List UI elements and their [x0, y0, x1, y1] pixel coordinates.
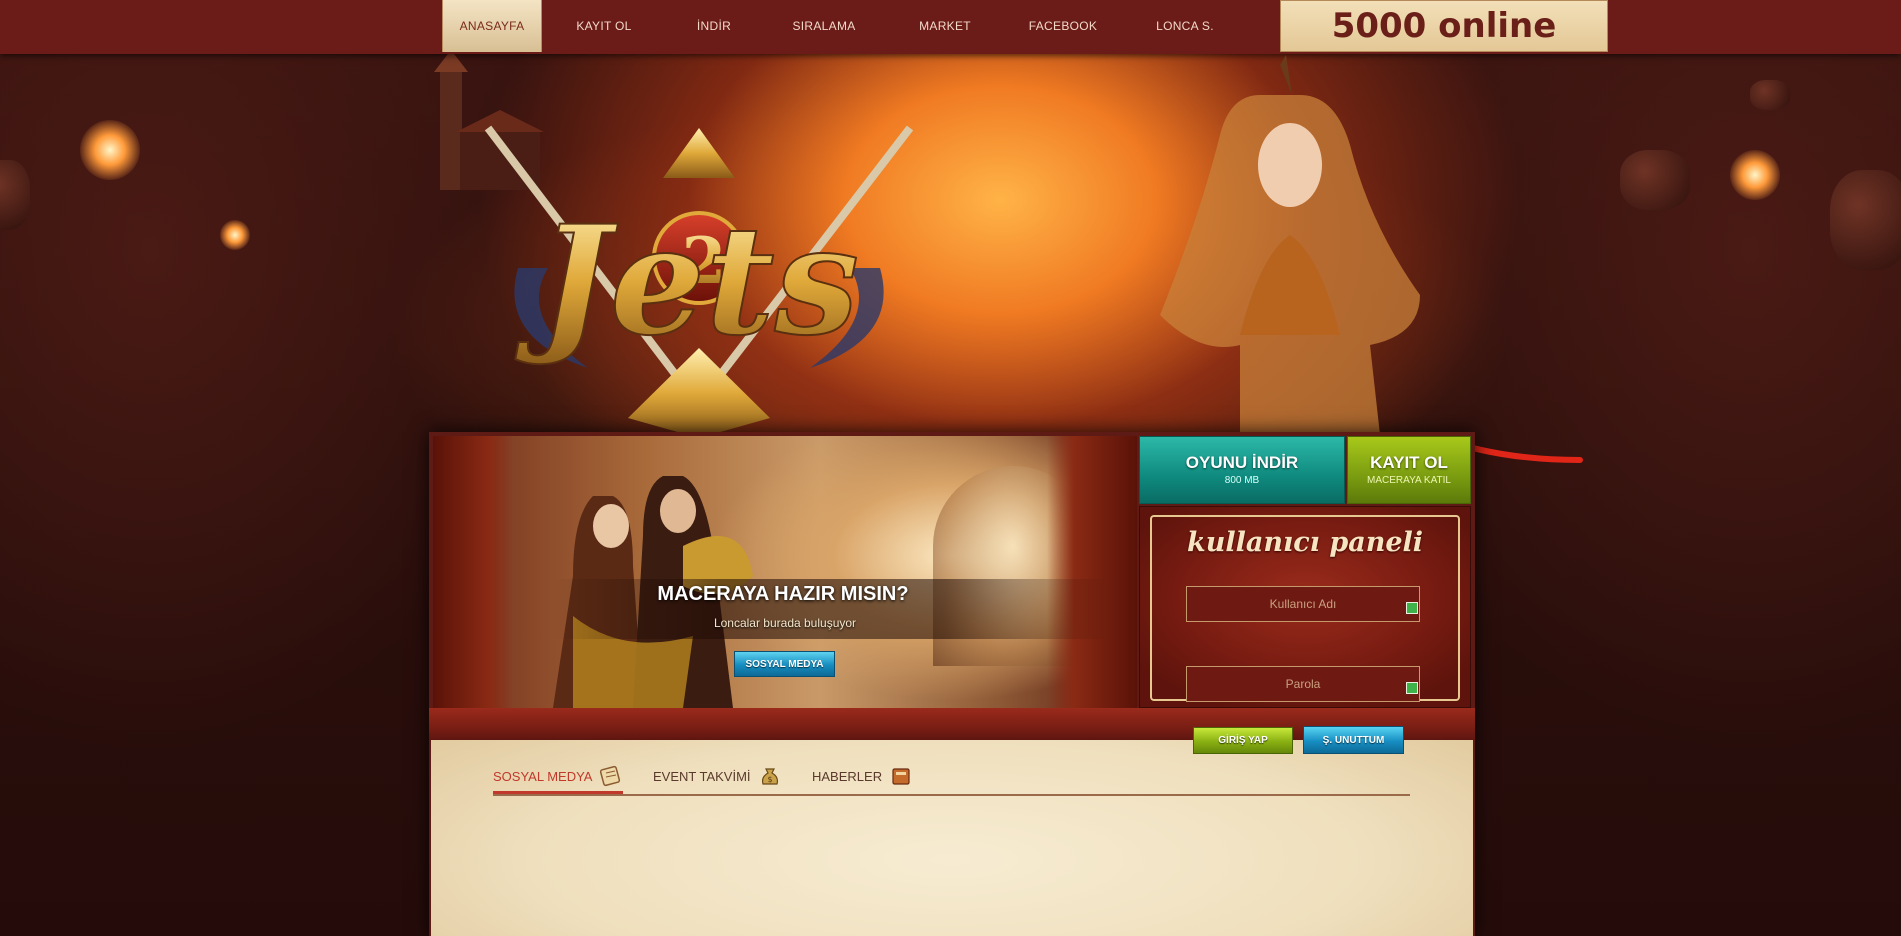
download-game-button[interactable]: OYUNU İNDİR 800 MB — [1139, 436, 1345, 504]
nav-item-home[interactable]: ANASAYFA — [442, 0, 542, 52]
user-panel: kullanıcı paneli — [1139, 506, 1471, 708]
tab-news[interactable]: HABERLER — [812, 764, 914, 788]
banner-title-wrap: MACERAYA HAZIR MISIN? — [431, 583, 1135, 606]
floating-rock — [0, 160, 30, 230]
forgot-password-button[interactable]: Ş. UNUTTUM — [1303, 726, 1404, 754]
curtain-left — [433, 436, 513, 708]
username-input[interactable] — [1186, 586, 1420, 622]
active-tab-underline — [493, 791, 623, 794]
tab-label: HABERLER — [812, 768, 883, 784]
top-navigation-bar: ANASAYFA KAYIT OL İNDİR SIRALAMA MARKET … — [0, 0, 1901, 54]
curtain-right — [1047, 436, 1137, 708]
main-nav: ANASAYFA KAYIT OL İNDİR SIRALAMA MARKET … — [442, 0, 1248, 52]
banner-title: MACERAYA HAZIR MISIN? — [657, 583, 909, 605]
floating-rock — [1830, 170, 1901, 270]
fire-spark — [220, 220, 250, 250]
online-count-badge: 5000 online — [1280, 0, 1608, 52]
user-panel-title: kullanıcı paneli — [1186, 527, 1424, 558]
social-media-button[interactable]: SOSYAL MEDYA — [734, 651, 835, 677]
floating-rock — [1620, 150, 1690, 210]
register-button[interactable]: KAYIT OL MACERAYA KATIL — [1347, 436, 1471, 504]
tab-event-calendar[interactable]: EVENT TAKVİMİ $ — [653, 764, 783, 788]
heroine-character — [1160, 55, 1420, 435]
scroll-icon — [600, 765, 621, 787]
password-input[interactable] — [1186, 666, 1420, 702]
register-subtitle: MACERAYA KATIL — [1367, 475, 1451, 486]
nav-item-register[interactable]: KAYIT OL — [542, 0, 666, 52]
tab-label: SOSYAL MEDYA — [493, 768, 593, 784]
download-size: 800 MB — [1224, 475, 1260, 486]
logo-text: Jets — [515, 193, 859, 369]
nav-item-market[interactable]: MARKET — [886, 0, 1004, 52]
money-bag-icon: $ — [761, 768, 778, 785]
book-icon — [892, 768, 910, 785]
password-status-icon — [1406, 682, 1418, 694]
fire-spark — [80, 120, 140, 180]
download-title: OYUNU İNDİR — [1185, 453, 1299, 472]
floating-rock — [1750, 80, 1790, 110]
game-logo: 2 Jets — [484, 125, 914, 438]
content-tabs: SOSYAL MEDYA EVENT TAKVİMİ $ HABERLER — [493, 758, 1410, 796]
nav-item-ranking[interactable]: SIRALAMA — [762, 0, 886, 52]
tab-social-media[interactable]: SOSYAL MEDYA — [493, 764, 624, 788]
nav-item-guild[interactable]: LONCA S. — [1122, 0, 1248, 52]
username-status-icon — [1406, 602, 1418, 614]
register-title: KAYIT OL — [1370, 453, 1448, 472]
nav-item-download[interactable]: İNDİR — [666, 0, 762, 52]
nav-item-facebook[interactable]: FACEBOOK — [1004, 0, 1122, 52]
banner-subtitle: Loncalar burada buluşuyor — [713, 616, 857, 630]
fire-spark — [1730, 150, 1780, 200]
svg-text:$: $ — [767, 775, 772, 784]
login-button[interactable]: GİRİŞ YAP — [1193, 727, 1293, 754]
tab-label: EVENT TAKVİMİ — [653, 768, 751, 784]
